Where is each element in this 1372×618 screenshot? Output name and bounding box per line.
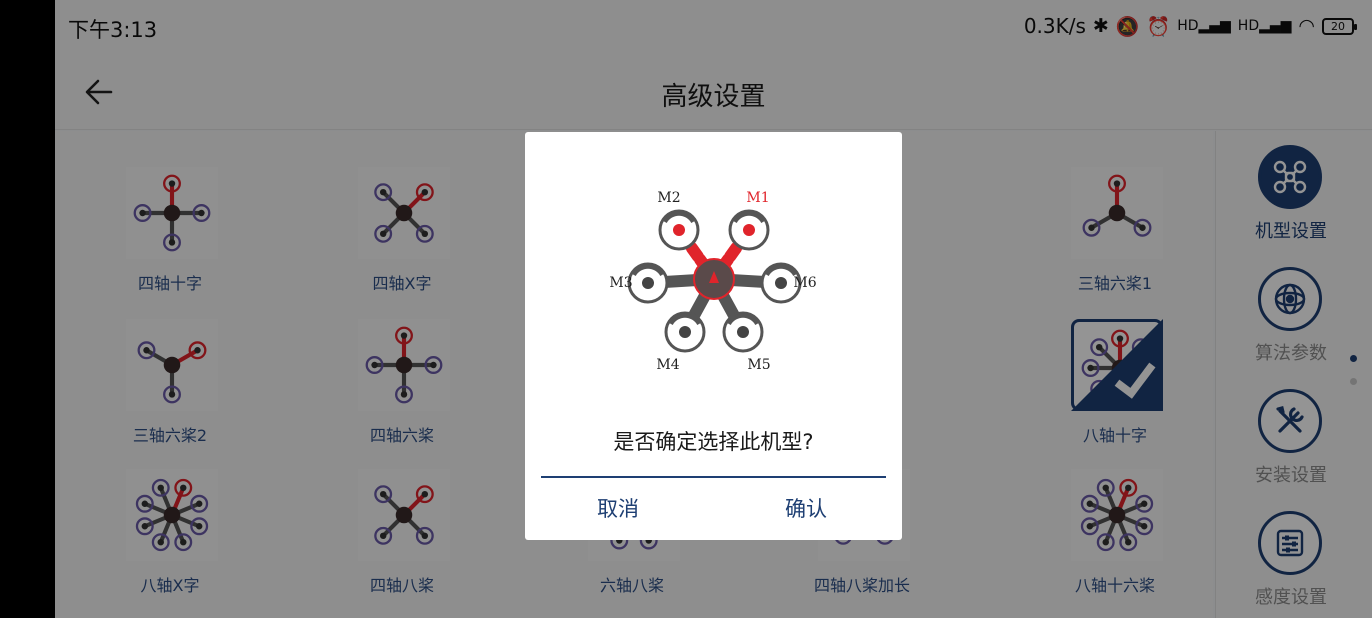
screen: 下午3:13 0.3K/s ✱ 🔕 ⏰ HD▂▄▆ HD▂▄▆ ◠ 20 高级设… [55, 0, 1372, 618]
confirm-button[interactable]: 确认 [785, 493, 827, 523]
dialog-message: 是否确定选择此机型? [613, 430, 814, 454]
confirm-dialog: M1 M2 M3 M4 M5 M6 是否确定选择此机型? 取消 确认 [525, 132, 902, 540]
motor-label: M1 [746, 190, 769, 206]
motor-label: M5 [747, 357, 770, 372]
cancel-button[interactable]: 取消 [597, 493, 639, 523]
motor-label: M2 [657, 190, 680, 206]
motor-label: M4 [656, 357, 679, 372]
hexacopter-diagram: M1 M2 M3 M4 M5 M6 [609, 190, 816, 372]
motor-label: M6 [793, 275, 816, 291]
motor-label: M3 [609, 275, 632, 291]
dialog-divider [541, 476, 886, 478]
